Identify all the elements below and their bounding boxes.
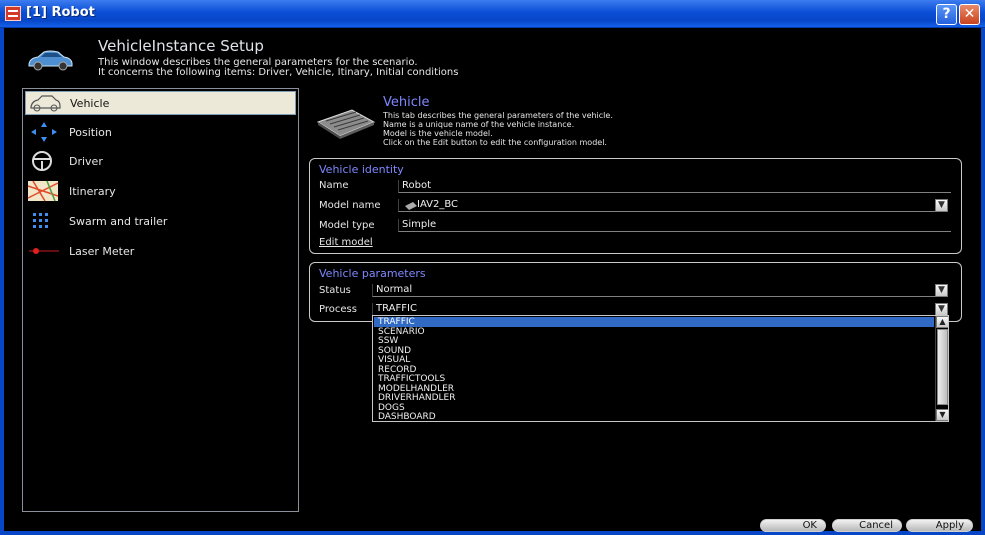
scroll-up-icon[interactable]: ▲ (936, 316, 948, 328)
car-header-icon (28, 50, 73, 71)
car-icon (30, 95, 61, 112)
process-label: Process (319, 304, 357, 315)
scroll-down-icon[interactable]: ▼ (936, 409, 948, 421)
header-description-items: It concerns the following items: Driver,… (98, 67, 459, 78)
laser-icon (29, 248, 59, 254)
app-icon (5, 6, 21, 21)
edit-model-link[interactable]: Edit model (319, 237, 373, 248)
group-title: Vehicle identity (319, 163, 404, 176)
group-title: Vehicle parameters (319, 267, 426, 280)
arrows-icon (31, 122, 57, 142)
help-button[interactable]: ? (936, 4, 957, 25)
apply-button[interactable]: Apply (906, 519, 973, 532)
page-title: VehicleInstance Setup (98, 37, 264, 55)
sidebar-item-position[interactable]: Position (25, 120, 296, 144)
tab-title: Vehicle (383, 95, 430, 110)
sidebar-item-label: Itinerary (69, 184, 116, 198)
tab-description: Click on the Edit button to edit the con… (383, 138, 607, 147)
title-bar[interactable]: [1] Robot ? ✕ (0, 0, 985, 28)
dropdown-option[interactable]: DRIVERHANDLER (374, 393, 934, 403)
status-select[interactable]: Normal (372, 284, 936, 297)
chevron-down-icon[interactable]: ▼ (935, 284, 948, 297)
name-field[interactable]: Robot (398, 180, 951, 193)
sidebar-item-swarm[interactable]: Swarm and trailer (25, 209, 296, 233)
dropdown-option[interactable]: RECORD (374, 365, 934, 375)
vehicle-model-icon (316, 109, 376, 139)
dropdown-option[interactable]: MODELHANDLER (374, 384, 934, 394)
dropdown-option[interactable]: TRAFFICTOOLS (374, 374, 934, 384)
tab-description: Name is a unique name of the vehicle ins… (383, 120, 575, 129)
scrollbar-thumb[interactable] (937, 329, 948, 405)
process-dropdown-list[interactable]: TRAFFIC SCENARIO SSW SOUND VISUAL RECORD… (372, 315, 949, 422)
dropdown-option[interactable]: VISUAL (374, 355, 934, 365)
chevron-down-icon[interactable]: ▼ (935, 199, 948, 212)
dropdown-option[interactable]: SSW (374, 336, 934, 346)
dropdown-option[interactable]: DASHBOARD (374, 412, 934, 421)
sidebar-item-laser-meter[interactable]: Laser Meter (25, 239, 296, 263)
steering-wheel-icon (32, 151, 52, 171)
model-type-field[interactable]: Simple (398, 219, 951, 232)
dropdown-option[interactable]: DOGS (374, 403, 934, 413)
sidebar-item-label: Swarm and trailer (69, 214, 168, 228)
sidebar-item-label: Position (69, 125, 112, 139)
name-label: Name (319, 180, 349, 191)
map-icon (27, 180, 59, 202)
cancel-button[interactable]: Cancel (832, 519, 902, 532)
status-label: Status (319, 285, 351, 296)
ok-button[interactable]: OK (760, 519, 826, 532)
sidebar-item-label: Laser Meter (69, 244, 135, 258)
dropdown-option[interactable]: SCENARIO (374, 327, 934, 337)
swarm-icon (33, 213, 48, 228)
model-icon (405, 202, 417, 210)
sidebar-item-vehicle[interactable]: Vehicle (25, 91, 296, 115)
close-button[interactable]: ✕ (959, 4, 980, 25)
sidebar: Vehicle Position Driver Itinerary Swarm … (22, 88, 299, 512)
sidebar-item-driver[interactable]: Driver (25, 149, 296, 173)
sidebar-item-itinerary[interactable]: Itinerary (25, 179, 296, 203)
model-name-label: Model name (319, 200, 381, 211)
sidebar-item-label: Driver (69, 154, 103, 168)
dropdown-scrollbar[interactable]: ▲ ▼ (935, 316, 948, 421)
sidebar-item-label: Vehicle (70, 96, 110, 110)
dropdown-option[interactable]: SOUND (374, 346, 934, 356)
model-type-label: Model type (319, 220, 375, 231)
tab-description: This tab describes the general parameter… (383, 111, 613, 120)
window-title: [1] Robot (26, 5, 95, 20)
model-name-value: IAV2_BC (417, 199, 459, 210)
model-name-select[interactable]: IAV2_BC (398, 199, 936, 212)
tab-description: Model is the vehicle model. (383, 129, 493, 138)
dropdown-option[interactable]: TRAFFIC (374, 317, 934, 327)
